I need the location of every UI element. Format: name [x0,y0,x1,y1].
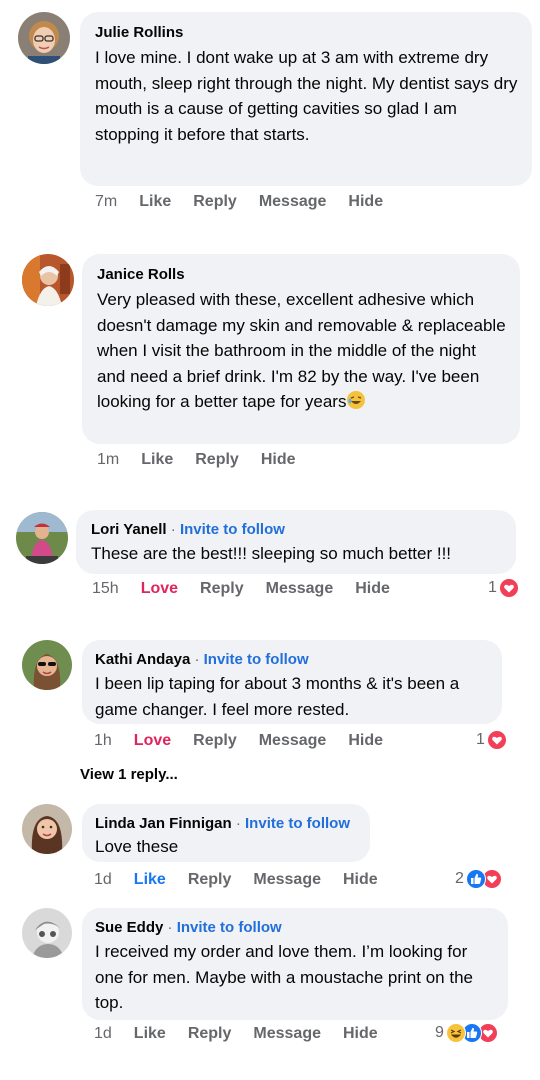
message-button[interactable]: Message [253,871,321,889]
avatar[interactable] [22,254,74,306]
reaction-count: 9 [435,1024,444,1041]
comment-timestamp[interactable]: 7m [95,193,117,211]
invite-to-follow-link[interactable]: Invite to follow [245,815,350,832]
laughing-emoji-icon [346,390,366,418]
comment-text: I received my order and love them. I’m l… [95,942,473,1012]
comment-actions: 1d Like Reply Message Hide [94,1025,400,1043]
reaction-summary[interactable]: 2 [455,869,502,889]
comment-actions: 7m Like Reply Message Hide [95,193,405,211]
comment-actions: 15h Love Reply Message Hide [92,580,412,598]
reaction-count: 1 [476,731,485,748]
comment-timestamp[interactable]: 1d [94,1025,112,1043]
comment-author[interactable]: Julie Rollins [95,23,518,43]
heart-reaction-icon [498,578,519,598]
avatar[interactable] [22,640,72,690]
hide-button[interactable]: Hide [261,451,296,469]
comment-timestamp[interactable]: 1d [94,871,112,889]
love-button[interactable]: Love [141,580,178,598]
comment-timestamp[interactable]: 15h [92,580,119,598]
comment-bubble: Linda Jan Finnigan · Invite to follow Lo… [82,804,370,862]
comment-bubble: Julie Rollins I love mine. I dont wake u… [80,12,532,186]
invite-to-follow-link[interactable]: Invite to follow [177,919,282,936]
reaction-count: 1 [488,579,497,596]
message-button[interactable]: Message [266,580,334,598]
author-name[interactable]: Linda Jan Finnigan [95,815,232,832]
reply-button[interactable]: Reply [193,193,237,211]
separator: · [167,919,173,936]
hide-button[interactable]: Hide [343,871,378,889]
comment-author[interactable]: Lori Yanell · Invite to follow [91,520,502,540]
comment-author[interactable]: Sue Eddy · Invite to follow [95,918,494,938]
reaction-summary[interactable]: 9 [435,1023,498,1043]
separator: · [170,521,176,538]
reply-button[interactable]: Reply [188,871,232,889]
view-replies-link[interactable]: View 1 reply... [80,766,178,783]
comment-text: These are the best!!! sleeping so much b… [91,544,452,563]
hide-button[interactable]: Hide [355,580,390,598]
like-button[interactable]: Like [134,871,166,889]
haha-reaction-icon [445,1023,466,1043]
message-button[interactable]: Message [259,193,327,211]
comment-author[interactable]: Kathi Andaya · Invite to follow [95,650,488,670]
separator: · [194,651,200,668]
comment-author[interactable]: Linda Jan Finnigan · Invite to follow [95,814,356,834]
author-name[interactable]: Lori Yanell [91,521,167,538]
comment-actions: 1h Love Reply Message Hide [94,732,405,750]
comment-author[interactable]: Janice Rolls [97,265,506,285]
reply-button[interactable]: Reply [195,451,239,469]
comment-actions: 1m Like Reply Hide [97,451,318,469]
reply-button[interactable]: Reply [200,580,244,598]
message-button[interactable]: Message [253,1025,321,1043]
comment-actions: 1d Like Reply Message Hide [94,871,400,889]
author-name[interactable]: Kathi Andaya [95,651,190,668]
avatar[interactable] [16,512,68,564]
reply-button[interactable]: Reply [193,732,237,750]
comment-bubble: Kathi Andaya · Invite to follow I been l… [82,640,502,724]
author-name[interactable]: Sue Eddy [95,919,163,936]
reply-button[interactable]: Reply [188,1025,232,1043]
comment-timestamp[interactable]: 1h [94,732,112,750]
reaction-summary[interactable]: 1 [476,730,507,750]
reaction-summary[interactable]: 1 [488,578,519,598]
comment-timestamp[interactable]: 1m [97,451,119,469]
love-button[interactable]: Love [134,732,171,750]
avatar[interactable] [22,908,72,958]
separator: · [235,815,241,832]
message-button[interactable]: Message [259,732,327,750]
hide-button[interactable]: Hide [348,732,383,750]
reaction-count: 2 [455,870,464,887]
hide-button[interactable]: Hide [343,1025,378,1043]
like-button[interactable]: Like [141,451,173,469]
avatar[interactable] [18,12,70,64]
heart-reaction-icon [486,730,507,750]
like-button[interactable]: Like [134,1025,166,1043]
hide-button[interactable]: Hide [348,193,383,211]
comment-text: Love these [95,837,179,856]
invite-to-follow-link[interactable]: Invite to follow [180,521,285,538]
comment-bubble: Janice Rolls Very pleased with these, ex… [82,254,520,444]
like-reaction-icon [465,869,486,889]
comment-text: I love mine. I dont wake up at 3 am with… [95,48,518,144]
comment-text: Very pleased with these, excellent adhes… [97,287,506,418]
comment-text-body: Very pleased with these, excellent adhes… [97,290,506,411]
like-button[interactable]: Like [139,193,171,211]
invite-to-follow-link[interactable]: Invite to follow [204,651,309,668]
comment-bubble: Sue Eddy · Invite to follow I received m… [82,908,508,1020]
comment-text: I been lip taping for about 3 months & i… [95,674,460,719]
avatar[interactable] [22,804,72,854]
comment-bubble: Lori Yanell · Invite to follow These are… [76,510,516,574]
